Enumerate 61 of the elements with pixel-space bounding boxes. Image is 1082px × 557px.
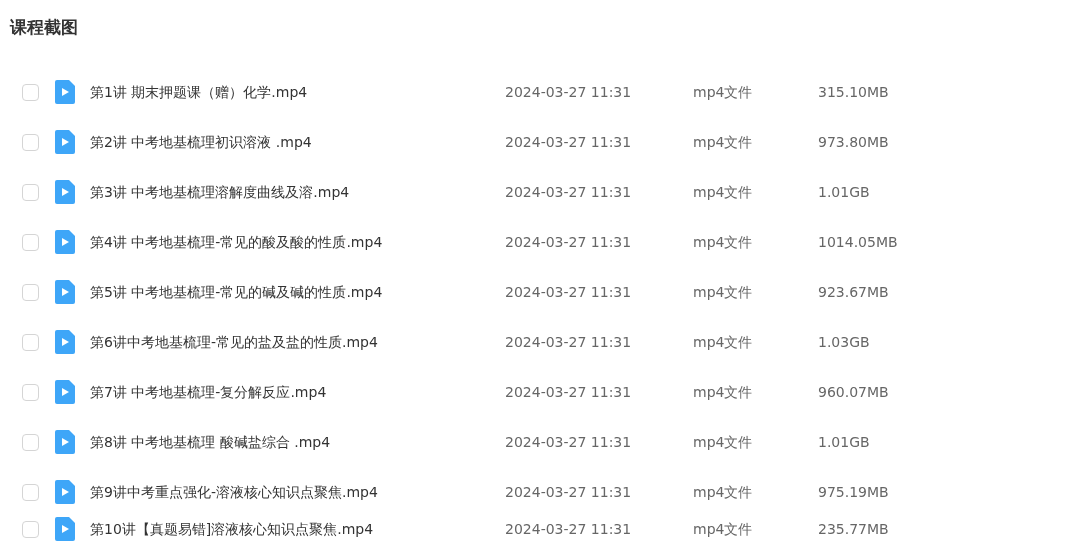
file-name[interactable]: 第7讲 中考地基梳理-复分解反应.mp4 (90, 381, 505, 403)
file-name[interactable]: 第2讲 中考地基梳理初识溶液 .mp4 (90, 131, 505, 153)
file-type: mp4文件 (693, 432, 754, 452)
video-file-icon (55, 180, 75, 204)
file-type: mp4文件 (693, 382, 754, 402)
file-size: 975.19MB (818, 482, 889, 502)
file-size: 315.10MB (818, 82, 889, 102)
checkbox[interactable] (22, 483, 39, 501)
video-file-icon (55, 380, 75, 404)
file-type: mp4文件 (693, 232, 754, 252)
file-name[interactable]: 第10讲【真题易错]溶液核心知识点聚焦.mp4 (90, 518, 505, 540)
file-size: 1014.05MB (818, 232, 898, 252)
checkbox[interactable] (22, 433, 39, 451)
file-date: 2024-03-27 11:31 (505, 382, 633, 402)
file-size: 235.77MB (818, 519, 889, 539)
checkbox[interactable] (22, 520, 39, 538)
checkbox[interactable] (22, 333, 39, 351)
file-date: 2024-03-27 11:31 (505, 332, 633, 352)
file-date: 2024-03-27 11:31 (505, 182, 633, 202)
file-size: 973.80MB (818, 132, 889, 152)
file-name[interactable]: 第3讲 中考地基梳理溶解度曲线及溶.mp4 (90, 181, 505, 203)
file-size: 1.03GB (818, 332, 870, 352)
video-file-icon (55, 230, 75, 254)
file-size: 960.07MB (818, 382, 889, 402)
file-size: 1.01GB (818, 432, 870, 452)
checkbox[interactable] (22, 383, 39, 401)
file-date: 2024-03-27 11:31 (505, 282, 633, 302)
file-date: 2024-03-27 11:31 (505, 432, 633, 452)
checkbox[interactable] (22, 83, 39, 101)
checkbox[interactable] (22, 133, 39, 151)
checkbox[interactable] (22, 233, 39, 251)
file-type: mp4文件 (693, 519, 754, 539)
file-date: 2024-03-27 11:31 (505, 132, 633, 152)
file-date: 2024-03-27 11:31 (505, 482, 633, 502)
file-type: mp4文件 (693, 332, 754, 352)
section-title: 课程截图 (10, 16, 78, 40)
file-type: mp4文件 (693, 282, 754, 302)
video-file-icon (55, 130, 75, 154)
file-date: 2024-03-27 11:31 (505, 82, 633, 102)
video-file-icon (55, 80, 75, 104)
file-name[interactable]: 第1讲 期末押题课（赠）化学.mp4 (90, 81, 505, 103)
file-name[interactable]: 第4讲 中考地基梳理-常见的酸及酸的性质.mp4 (90, 231, 505, 253)
video-file-icon (55, 280, 75, 304)
checkbox[interactable] (22, 283, 39, 301)
file-type: mp4文件 (693, 182, 754, 202)
file-name[interactable]: 第9讲中考重点强化-溶液核心知识点聚焦.mp4 (90, 481, 505, 503)
file-date: 2024-03-27 11:31 (505, 232, 633, 252)
file-size: 1.01GB (818, 182, 870, 202)
file-date: 2024-03-27 11:31 (505, 519, 633, 539)
file-name[interactable]: 第6讲中考地基梳理-常见的盐及盐的性质.mp4 (90, 331, 505, 353)
checkbox[interactable] (22, 183, 39, 201)
file-type: mp4文件 (693, 132, 754, 152)
video-file-icon (55, 430, 75, 454)
video-file-icon (55, 330, 75, 354)
file-type: mp4文件 (693, 82, 754, 102)
video-file-icon (55, 480, 75, 504)
file-size: 923.67MB (818, 282, 889, 302)
file-name[interactable]: 第5讲 中考地基梳理-常见的碱及碱的性质.mp4 (90, 281, 505, 303)
video-file-icon (55, 517, 75, 541)
file-type: mp4文件 (693, 482, 754, 502)
file-name[interactable]: 第8讲 中考地基梳理 酸碱盐综合 .mp4 (90, 431, 505, 453)
